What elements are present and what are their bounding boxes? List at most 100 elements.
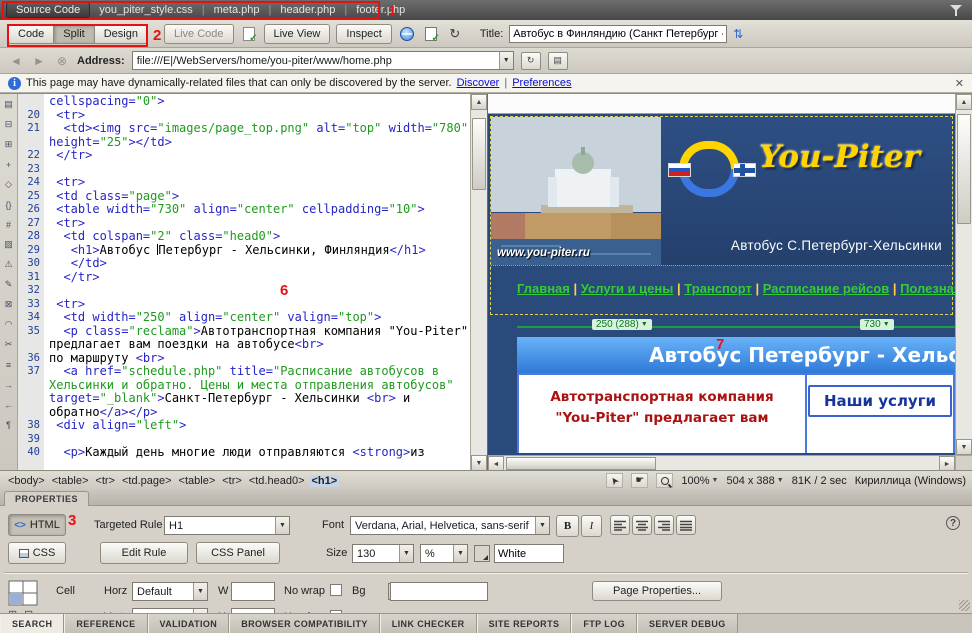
results-tab-search[interactable]: SEARCH bbox=[0, 614, 64, 633]
code-line[interactable]: 20 <tr> bbox=[18, 109, 470, 123]
code-line[interactable]: 36по маршруту <br> bbox=[18, 352, 470, 366]
code-lines[interactable]: cellspacing="0">20 <tr>21 <td><img src="… bbox=[18, 94, 470, 471]
tag-h1[interactable]: <h1> bbox=[310, 475, 340, 487]
code-line[interactable]: 35 <p class="reclama">Автотранспортная к… bbox=[18, 325, 470, 352]
zoom-tool-icon[interactable] bbox=[656, 473, 673, 488]
code-line[interactable]: 37 <a href="schedule.php" title="Расписа… bbox=[18, 365, 470, 419]
scroll-thumb[interactable] bbox=[957, 114, 971, 224]
design-vertical-scrollbar[interactable]: ▲ ▼ bbox=[955, 94, 972, 455]
tag-td.page[interactable]: <td.page> bbox=[120, 475, 174, 487]
select-tool-icon[interactable]: ➤ bbox=[606, 473, 623, 488]
site-h1-heading[interactable]: Автобус Петербург - Хельсинки bbox=[517, 337, 955, 373]
align-center-icon[interactable] bbox=[632, 515, 652, 535]
related-file-you_piter_style.css[interactable]: you_piter_style.css bbox=[99, 4, 193, 16]
format-source-code-icon[interactable]: ¶ bbox=[2, 418, 16, 431]
code-line[interactable]: 23 bbox=[18, 163, 470, 177]
nav-link-5[interactable]: Полезная информация bbox=[900, 281, 955, 296]
align-justify-icon[interactable] bbox=[676, 515, 696, 535]
results-tab-validation[interactable]: VALIDATION bbox=[148, 614, 230, 633]
resize-grip[interactable] bbox=[959, 600, 970, 611]
chevron-down-icon[interactable]: ▼ bbox=[883, 321, 890, 328]
code-line[interactable]: 28 <td colspan="2" class="head0"> bbox=[18, 230, 470, 244]
scroll-thumb[interactable] bbox=[472, 118, 486, 190]
results-tab-browser-compatibility[interactable]: BROWSER COMPATIBILITY bbox=[229, 614, 380, 633]
code-line[interactable]: 40 <p>Каждый день многие люди отправляют… bbox=[18, 446, 470, 460]
code-view-button[interactable]: Code bbox=[8, 24, 54, 44]
wrap-tag-icon[interactable]: ◠ bbox=[2, 318, 16, 331]
results-tab-reference[interactable]: REFERENCE bbox=[64, 614, 147, 633]
properties-panel-tab[interactable]: PROPERTIES bbox=[4, 491, 89, 506]
close-icon[interactable]: ✕ bbox=[955, 77, 964, 90]
bold-button[interactable]: B bbox=[556, 515, 579, 537]
column-width-left[interactable]: 250 (288)▼ bbox=[592, 319, 652, 330]
html-mode-button[interactable]: <>HTML bbox=[8, 514, 66, 536]
live-code-button[interactable]: Live Code bbox=[164, 24, 234, 44]
code-line[interactable]: 25 <td class="page"> bbox=[18, 190, 470, 204]
code-line[interactable]: 21 <td><img src="images/page_top.png" al… bbox=[18, 122, 470, 149]
forward-icon[interactable]: ► bbox=[31, 54, 47, 68]
check-browser-compatibility-icon[interactable] bbox=[240, 25, 258, 43]
code-line[interactable]: 26 <table width="730" align="center" cel… bbox=[18, 203, 470, 217]
source-code-tab[interactable]: Source Code bbox=[6, 2, 90, 18]
column-width-right[interactable]: 730▼ bbox=[860, 319, 894, 330]
size-select[interactable]: 130▼ bbox=[352, 544, 414, 563]
code-view[interactable]: ▤⊟⊞+◇{}#▨⚠✎⊠◠✂≡→←¶ cellspacing="0">20 <t… bbox=[0, 94, 487, 471]
header-include-region[interactable]: www.you-piter.ru You-Piter Автобус С.Пет… bbox=[490, 116, 953, 315]
syntax-error-alerts-icon[interactable]: ⚠ bbox=[2, 258, 16, 271]
address-input[interactable]: file:///E|/WebServers/home/you-piter/www… bbox=[132, 51, 514, 70]
inspect-button[interactable]: Inspect bbox=[336, 24, 391, 44]
tag-tr[interactable]: <tr> bbox=[220, 475, 244, 487]
code-line[interactable]: cellspacing="0"> bbox=[18, 95, 470, 109]
outdent-code-icon[interactable]: ← bbox=[2, 398, 16, 411]
filter-related-files-icon[interactable] bbox=[950, 5, 963, 16]
live-view-button[interactable]: Live View bbox=[264, 24, 331, 44]
bg-color-field[interactable] bbox=[390, 582, 488, 601]
chevron-down-icon[interactable]: ▼ bbox=[453, 545, 467, 562]
chevron-down-icon[interactable]: ▼ bbox=[399, 545, 413, 562]
preferences-link[interactable]: Preferences bbox=[512, 77, 571, 89]
code-line[interactable]: 33 <tr> bbox=[18, 298, 470, 312]
move-css-rule-icon[interactable]: ≡ bbox=[2, 358, 16, 371]
scroll-down-icon[interactable]: ▼ bbox=[471, 455, 487, 471]
code-line[interactable]: 38 <div align="left"> bbox=[18, 419, 470, 433]
remove-comment-icon[interactable]: ⊠ bbox=[2, 298, 16, 311]
tag-td.head0[interactable]: <td.head0> bbox=[247, 475, 307, 487]
no-wrap-checkbox[interactable] bbox=[330, 584, 342, 596]
css-mode-button[interactable]: CSS bbox=[8, 542, 66, 564]
refresh-icon[interactable]: ↻ bbox=[521, 52, 541, 70]
targeted-rule-select[interactable]: H1▼ bbox=[164, 516, 290, 535]
horz-align-select[interactable]: Default▼ bbox=[132, 582, 208, 601]
split-view-button[interactable]: Split bbox=[53, 24, 94, 44]
tag-table[interactable]: <table> bbox=[177, 475, 218, 487]
nav-link-4[interactable]: Расписание рейсов bbox=[763, 281, 889, 296]
document-title-input[interactable] bbox=[509, 25, 727, 43]
related-file-header.php[interactable]: header.php bbox=[280, 4, 335, 16]
collapse-full-tag-icon[interactable]: ⊟ bbox=[2, 118, 16, 131]
hand-tool-icon[interactable]: ☛ bbox=[631, 473, 648, 488]
tag-tr[interactable]: <tr> bbox=[93, 475, 117, 487]
code-line[interactable]: 27 <tr> bbox=[18, 217, 470, 231]
zoom-level-select[interactable]: 100%▼ bbox=[681, 475, 718, 487]
site-right-cell[interactable]: Наши услуги bbox=[807, 375, 953, 453]
collapse-selection-icon[interactable]: ⊞ bbox=[2, 138, 16, 151]
recent-snippets-icon[interactable]: ✂ bbox=[2, 338, 16, 351]
align-left-icon[interactable] bbox=[610, 515, 630, 535]
line-numbers-icon[interactable]: # bbox=[2, 218, 16, 231]
chevron-down-icon[interactable]: ▼ bbox=[275, 517, 289, 534]
align-right-icon[interactable] bbox=[654, 515, 674, 535]
results-tab-site-reports[interactable]: SITE REPORTS bbox=[477, 614, 572, 633]
scroll-up-icon[interactable]: ▲ bbox=[471, 94, 487, 110]
code-line[interactable]: 32 bbox=[18, 284, 470, 298]
results-tab-server-debug[interactable]: SERVER DEBUG bbox=[637, 614, 738, 633]
code-line[interactable]: 34 <td width="250" align="center" valign… bbox=[18, 311, 470, 325]
text-color-picker[interactable] bbox=[474, 545, 490, 562]
scroll-up-icon[interactable]: ▲ bbox=[956, 94, 972, 110]
indent-code-icon[interactable]: → bbox=[2, 378, 16, 391]
scroll-down-icon[interactable]: ▼ bbox=[956, 439, 972, 455]
code-line[interactable]: 24 <tr> bbox=[18, 176, 470, 190]
apply-comment-icon[interactable]: ✎ bbox=[2, 278, 16, 291]
preview-in-browser-icon[interactable] bbox=[398, 25, 416, 43]
table-width-indicator[interactable]: 250 (288)▼ 730▼ bbox=[488, 315, 955, 337]
font-select[interactable]: Verdana, Arial, Helvetica, sans-serif▼ bbox=[350, 516, 550, 535]
nav-link-3[interactable]: Транспорт bbox=[684, 281, 752, 296]
